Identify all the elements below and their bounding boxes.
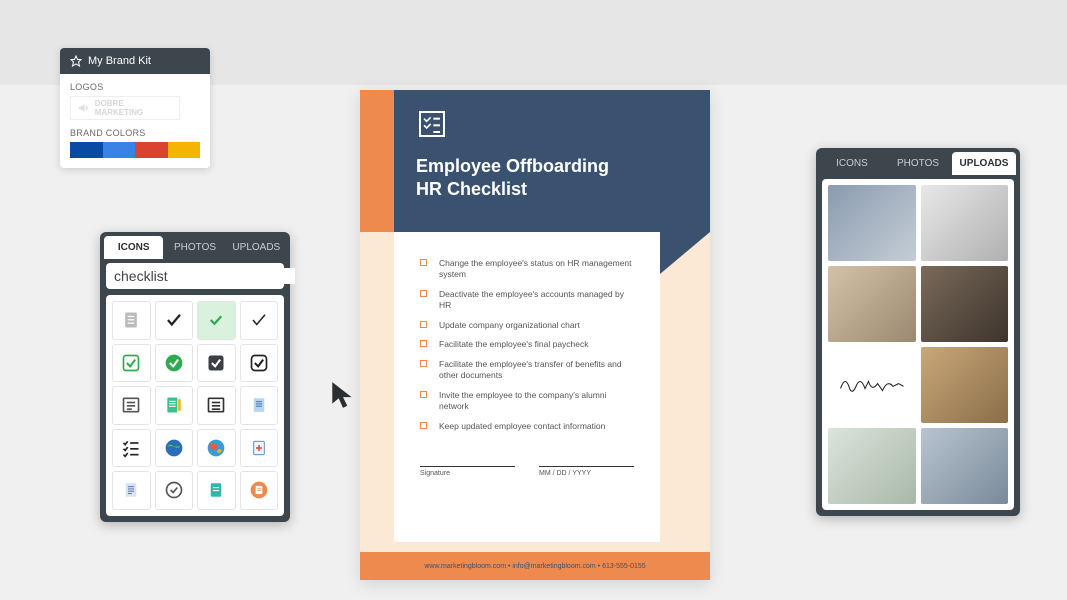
doc-title-line2: HR Checklist (416, 179, 527, 199)
checkbox-icon (420, 290, 427, 297)
signature-line (420, 466, 515, 467)
icons-panel-tabs: ICONS PHOTOS UPLOADS (104, 236, 286, 259)
upload-thumb-signature-script[interactable] (828, 347, 916, 423)
megaphone-icon (77, 101, 91, 115)
signature-label: Signature (420, 470, 515, 477)
upload-thumb-dog-laptop[interactable] (921, 347, 1009, 423)
doc-accent-stripe (360, 90, 394, 232)
checkbox-outline-icon[interactable] (240, 344, 279, 383)
checklist-item: Update company organizational chart (420, 320, 634, 331)
logo-sample[interactable]: DOBRE MARKETING (70, 96, 180, 120)
swatch[interactable] (168, 142, 201, 158)
checklist-item-text: Facilitate the employee's final paycheck (439, 339, 589, 350)
globe-color-icon[interactable] (197, 429, 236, 468)
uploads-grid (822, 179, 1014, 510)
clipboard-pencil-icon[interactable] (155, 386, 194, 425)
checklist-item: Change the employee's status on HR manag… (420, 258, 634, 281)
checklist-item-text: Update company organizational chart (439, 320, 580, 331)
tab-uploads[interactable]: UPLOADS (227, 236, 286, 259)
checklist-item-text: Deactivate the employee's accounts manag… (439, 289, 634, 312)
doc-fold-corner (660, 232, 710, 274)
checkbox-dark-filled-icon[interactable] (197, 344, 236, 383)
tab-icons[interactable]: ICONS (820, 152, 884, 175)
brand-kit-header: My Brand Kit (60, 48, 210, 74)
document-blue-icon[interactable] (240, 386, 279, 425)
signature-row: Signature MM / DD / YYYY (420, 466, 634, 477)
tab-photos[interactable]: PHOTOS (165, 236, 224, 259)
doc-header: Employee Offboarding HR Checklist (394, 90, 710, 232)
checklist-item-text: Change the employee's status on HR manag… (439, 258, 634, 281)
star-icon (70, 55, 82, 67)
checkbox-icon (420, 259, 427, 266)
checklist-item: Invite the employee to the company's alu… (420, 390, 634, 413)
bullet-list-check-icon[interactable] (112, 429, 151, 468)
brand-color-swatches (70, 142, 200, 158)
upload-thumb-desk-flatlay[interactable] (921, 185, 1009, 261)
check-circle-outline-icon[interactable] (155, 471, 194, 510)
icon-grid (106, 295, 284, 516)
checklist-item: Keep updated employee contact informatio… (420, 421, 634, 432)
cursor-icon (330, 380, 356, 410)
checklist-item-text: Keep updated employee contact informatio… (439, 421, 605, 432)
upload-thumb-woman-laptop[interactable] (828, 266, 916, 342)
checkbox-green-filled-icon[interactable] (197, 301, 236, 340)
icon-search-input[interactable] (114, 268, 295, 284)
doc-body: Change the employee's status on HR manag… (394, 232, 660, 542)
swatch[interactable] (70, 142, 103, 158)
tab-uploads[interactable]: UPLOADS (952, 152, 1016, 175)
list-lines-dark-icon[interactable] (197, 386, 236, 425)
checklist-item: Facilitate the employee's final paycheck (420, 339, 634, 350)
upload-thumb-plant-keyboard[interactable] (828, 428, 916, 504)
doc-title: Employee Offboarding HR Checklist (416, 155, 688, 202)
brand-kit-panel: My Brand Kit LOGOS DOBRE MARKETING BRAND… (60, 48, 210, 168)
list-lines-icon[interactable] (112, 386, 151, 425)
check-circle-green-icon[interactable] (155, 344, 194, 383)
globe-blue-icon[interactable] (155, 429, 194, 468)
checkbox-icon (420, 422, 427, 429)
checklist-item-text: Facilitate the employee's transfer of be… (439, 359, 634, 382)
checkbox-icon (420, 360, 427, 367)
icon-search-row (106, 263, 284, 289)
clipboard-teal-icon[interactable] (197, 471, 236, 510)
swatch[interactable] (135, 142, 168, 158)
document-canvas[interactable]: Employee Offboarding HR Checklist Change… (360, 90, 710, 580)
brand-kit-title: My Brand Kit (88, 55, 151, 67)
upload-thumb-two-people-laptop[interactable] (921, 428, 1009, 504)
tab-photos[interactable]: PHOTOS (886, 152, 950, 175)
logos-label: LOGOS (70, 82, 200, 92)
checkmark-thin-icon[interactable] (240, 301, 279, 340)
date-line (539, 466, 634, 467)
uploads-panel-tabs: ICONS PHOTOS UPLOADS (820, 152, 1016, 175)
brand-colors-label: BRAND COLORS (70, 128, 200, 138)
checkbox-icon (420, 391, 427, 398)
checklist-item-text: Invite the employee to the company's alu… (439, 390, 634, 413)
date-label: MM / DD / YYYY (539, 470, 634, 477)
clipboard-lines-blue-icon[interactable] (112, 471, 151, 510)
clipboard-orange-icon[interactable] (240, 471, 279, 510)
upload-thumb-man-desk-side[interactable] (921, 266, 1009, 342)
uploads-panel: ICONS PHOTOS UPLOADS (816, 148, 1020, 516)
clipboard-list-grey-icon[interactable] (112, 301, 151, 340)
checkmark-black-icon[interactable] (155, 301, 194, 340)
clipboard-plus-icon[interactable] (240, 429, 279, 468)
checklist-item: Facilitate the employee's transfer of be… (420, 359, 634, 382)
checklist-item: Deactivate the employee's accounts manag… (420, 289, 634, 312)
checkbox-icon (420, 321, 427, 328)
doc-footer: www.marketingbloom.com • info@marketingb… (360, 552, 710, 580)
checkbox-icon (420, 340, 427, 347)
tab-icons[interactable]: ICONS (104, 236, 163, 259)
logo-text: DOBRE MARKETING (95, 99, 173, 117)
swatch[interactable] (103, 142, 136, 158)
icons-panel: ICONS PHOTOS UPLOADS (100, 232, 290, 522)
upload-thumb-office-meeting[interactable] (828, 185, 916, 261)
checklist-icon (416, 108, 448, 140)
checkbox-green-outline-icon[interactable] (112, 344, 151, 383)
doc-title-line1: Employee Offboarding (416, 156, 609, 176)
